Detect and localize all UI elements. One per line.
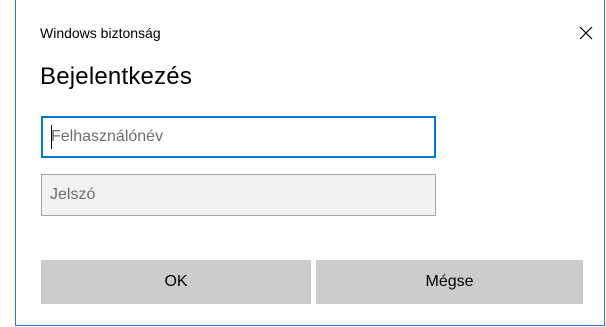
username-input[interactable] (41, 116, 436, 158)
close-button[interactable] (573, 20, 599, 46)
close-icon (579, 26, 593, 40)
window-caption: Windows biztonság (40, 25, 161, 41)
password-input[interactable] (41, 174, 436, 216)
windows-security-dialog: Windows biztonság Bejelentkezés OK Mégse (15, 0, 605, 326)
dialog-title: Bejelentkezés (40, 63, 193, 90)
cancel-button[interactable]: Mégse (316, 260, 583, 304)
ok-button[interactable]: OK (41, 260, 311, 304)
text-caret (51, 125, 52, 149)
